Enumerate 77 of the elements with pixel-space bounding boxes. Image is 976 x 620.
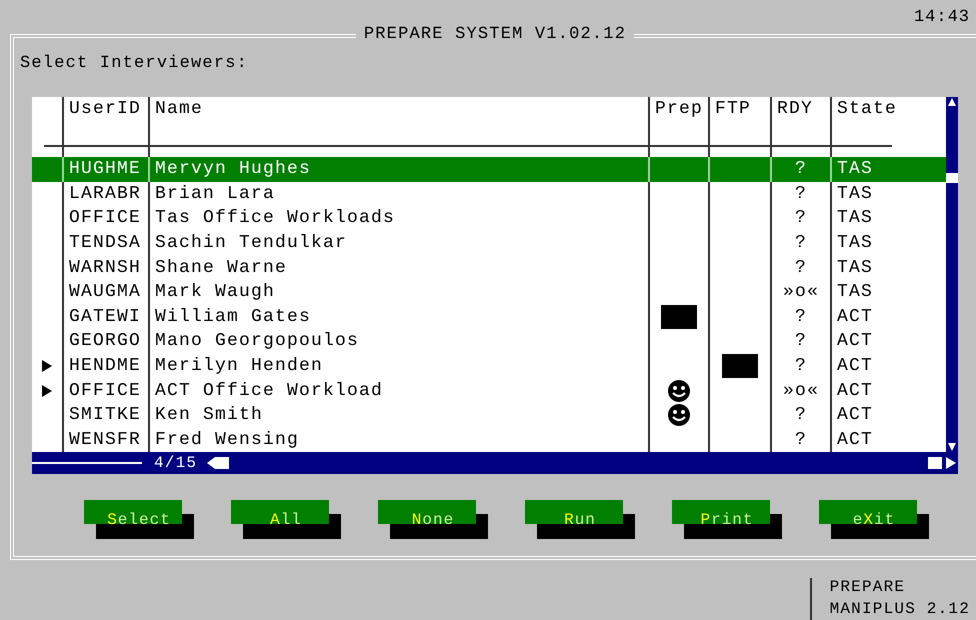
action-button[interactable]: eXit <box>819 500 929 540</box>
table-cell: TAS <box>837 184 874 204</box>
table-cell: ? <box>794 184 807 204</box>
table-cell: Brian Lara <box>155 184 276 204</box>
table-cell: GATEWI <box>69 306 142 327</box>
table-cell: ? <box>794 208 807 228</box>
table-cell: OFFICE <box>69 380 142 401</box>
column-header[interactable]: Prep <box>655 99 704 119</box>
column-header[interactable]: State <box>837 99 898 119</box>
table-cell: WAUGMA <box>69 282 142 302</box>
table-cell: TAS <box>837 258 874 278</box>
record-position: 4/15 <box>154 454 198 472</box>
table-cell: ? <box>794 430 807 450</box>
table-cell: ACT <box>837 306 874 327</box>
table-cell: ACT <box>837 430 874 450</box>
table-cell: HENDME <box>69 356 142 376</box>
interviewer-row[interactable]: SMITKE Ken Smith ? ACT <box>32 402 946 428</box>
table-cell: Fred Wensing <box>155 430 300 450</box>
table-cell: ACT Office Workload <box>155 380 384 401</box>
column-header[interactable]: RDY <box>777 99 814 119</box>
status-text: PREPARE <box>830 578 906 596</box>
scroll-thumb[interactable] <box>928 457 942 470</box>
action-button[interactable]: None <box>378 500 488 540</box>
table-cell: Merilyn Henden <box>155 356 324 376</box>
table-cell: ? <box>794 258 807 278</box>
interviewer-row[interactable]: OFFICE ACT Office Workload »o« ACT <box>32 378 946 403</box>
table-cell: Ken Smith <box>155 405 264 426</box>
scroll-up-icon[interactable] <box>947 97 957 107</box>
column-header[interactable]: UserID <box>69 99 142 119</box>
table-cell: William Gates <box>155 306 312 327</box>
table-cell: ACT <box>837 331 874 352</box>
table-cell: ? <box>794 331 807 352</box>
action-button[interactable]: All <box>231 500 341 540</box>
table-cell: ? <box>794 159 807 180</box>
table-cell: ? <box>794 233 807 254</box>
table-cell: Mervyn Hughes <box>155 159 312 180</box>
table-cell: TENDSA <box>69 233 142 254</box>
table-cell: Mano Georgopoulos <box>155 331 360 352</box>
action-button[interactable]: P rint <box>672 500 782 540</box>
action-button[interactable]: Run <box>525 500 635 540</box>
action-button[interactable]: Select <box>84 500 194 540</box>
left-arrow-icon[interactable] <box>207 457 230 470</box>
table-cell: Sachin Tendulkar <box>155 233 348 254</box>
interviewer-row[interactable]: HENDME Merilyn Henden ? ACT <box>32 354 946 378</box>
column-header[interactable]: Name <box>155 99 204 119</box>
scroll-right-icon[interactable] <box>946 457 956 470</box>
prompt-label: Select Interviewers: <box>20 54 248 73</box>
table-cell: HUGHME <box>69 159 142 180</box>
table-cell: TAS <box>837 282 874 302</box>
scroll-thumb[interactable] <box>946 173 958 183</box>
vertical-scrollbar[interactable] <box>946 97 958 452</box>
interviewer-row[interactable]: GATEWI William Gates ? ACT <box>32 304 946 330</box>
table-cell: »o« <box>782 282 819 302</box>
table-cell: ACT <box>837 405 874 426</box>
table-cell: Mark Waugh <box>155 282 276 302</box>
table-cell: Tas Office Workloads <box>155 208 396 228</box>
table-cell: WENSFR <box>69 430 142 450</box>
table-cell: ? <box>794 405 807 426</box>
table-cell: »o« <box>782 380 819 401</box>
table-cell: SMITKE <box>69 405 142 426</box>
status-text: MANIPLUS 2.12 <box>830 600 970 618</box>
table-cell: ? <box>794 306 807 327</box>
table-cell: OFFICE <box>69 208 142 228</box>
interviewer-row[interactable]: HUGHME Mervyn Hughes ? TAS <box>32 157 946 182</box>
table-cell: TAS <box>837 208 874 228</box>
table-cell: LARABR <box>69 184 142 204</box>
table-cell: ACT <box>837 380 874 401</box>
horizontal-scrollbar[interactable]: 4/15 <box>32 452 958 474</box>
table-cell: ACT <box>837 356 874 376</box>
table-cell: TAS <box>837 233 874 254</box>
table-cell: GEORGO <box>69 331 142 352</box>
table-cell: TAS <box>837 159 874 180</box>
column-header[interactable]: FTP <box>715 99 752 119</box>
table-cell: WARNSH <box>69 258 142 278</box>
table-cell: ? <box>794 356 807 376</box>
clock: 14:43 <box>914 8 970 27</box>
table-cell: Shane Warne <box>155 258 288 278</box>
